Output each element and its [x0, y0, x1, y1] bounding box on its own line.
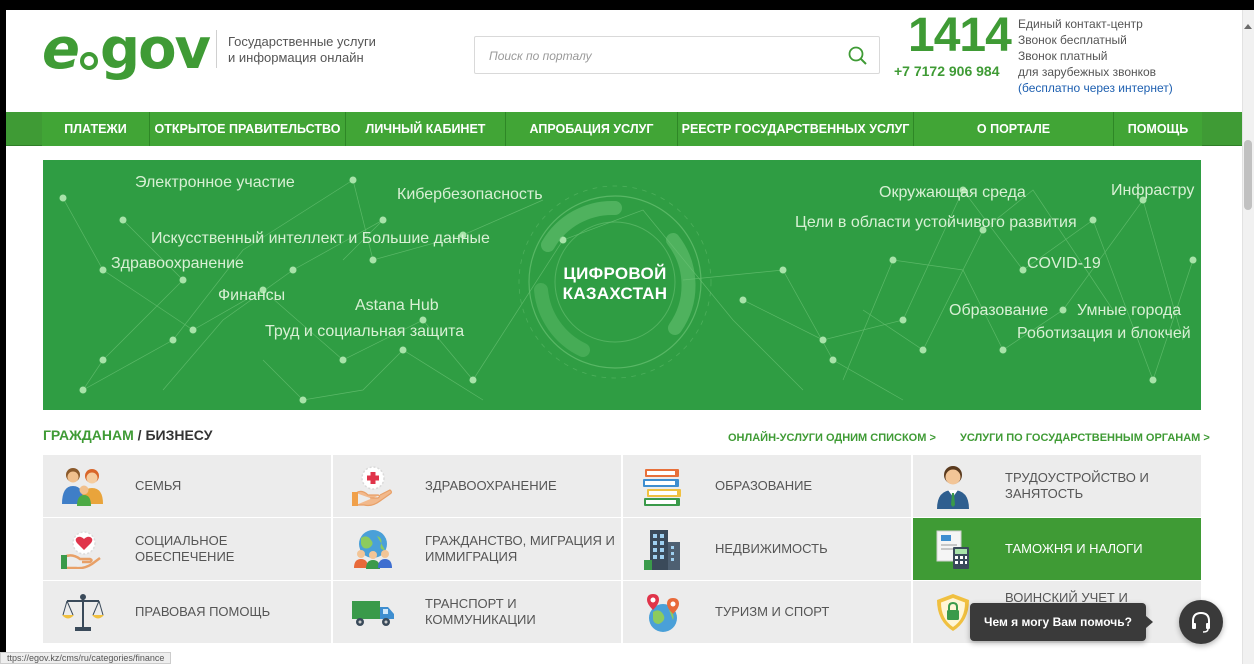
free-internet-call-link[interactable]: (бесплатно через интернет) [1018, 80, 1173, 96]
nav-item-payments[interactable]: Платежи [42, 112, 150, 146]
contact-center-short-number[interactable]: 1414 [908, 12, 1012, 60]
nav-item-help[interactable]: Помощь [1114, 112, 1202, 146]
category-tourism-sport[interactable]: Туризм и спорт [623, 581, 911, 643]
services-by-agency-link[interactable]: УСЛУГИ ПО ГОСУДАРСТВЕННЫМ ОРГАНАМ > [960, 432, 1210, 444]
tab-business[interactable]: БИЗНЕСУ [145, 427, 212, 443]
page-scrollbar[interactable] [1242, 10, 1254, 664]
scroll-up-arrow-icon[interactable] [1244, 24, 1252, 29]
section-title: ГРАЖДАНАМ / БИЗНЕСУ [43, 427, 213, 443]
banner-title: ЦИФРОВОЙ КАЗАХСТАН [562, 264, 668, 303]
digital-kazakhstan-banner[interactable]: Электронное участие Кибербезопасность Ис… [43, 160, 1201, 410]
site-header: e gov Государственные услуги и информация… [6, 10, 1242, 112]
search-input[interactable] [489, 46, 829, 66]
shield-lock-icon [937, 594, 969, 631]
nav-item-personal-cabinet[interactable]: Личный кабинет [346, 112, 506, 146]
category-social-security[interactable]: Социальное обеспечение [43, 518, 331, 580]
category-legal-aid[interactable]: Правовая помощь [43, 581, 331, 643]
scrollbar-thumb[interactable] [1244, 140, 1252, 210]
category-label: Транспорт и коммуникации [425, 596, 536, 627]
globe-pin-icon [647, 594, 679, 632]
nav-item-about[interactable]: О портале [914, 112, 1114, 146]
heart-hand-icon [61, 531, 101, 569]
healthcare-icon [352, 466, 393, 507]
chat-support-button[interactable] [1179, 600, 1223, 644]
logo-plus-icon [79, 52, 98, 70]
online-services-list-link[interactable]: ОНЛАЙН-УСЛУГИ ОДНИМ СПИСКОМ > [728, 432, 936, 444]
headset-icon [1192, 611, 1210, 633]
calculator-icon [936, 530, 969, 569]
nav-item-service-testing[interactable]: Апробация услуг [506, 112, 678, 146]
chat-prompt-bubble[interactable]: Чем я могу Вам помочь? [970, 603, 1153, 641]
search-box [474, 36, 880, 74]
category-label: Недвижимость [715, 541, 828, 556]
category-real-estate[interactable]: Недвижимость [623, 518, 911, 580]
truck-icon [352, 601, 394, 626]
site-tagline: Государственные услуги и информация онла… [228, 34, 376, 65]
contact-center-full-number[interactable]: +7 7172 906 984 [894, 63, 1000, 79]
browser-status-url: ttps://egov.kz/cms/ru/categories/finance [0, 652, 172, 664]
scales-icon [62, 594, 104, 631]
books-icon [643, 469, 681, 506]
category-label: Здравоохранение [425, 478, 557, 493]
tab-citizens[interactable]: ГРАЖДАНАМ [43, 427, 134, 443]
family-icon [62, 468, 103, 506]
category-label: Семья [135, 478, 182, 493]
logo-divider [216, 30, 217, 68]
nav-item-service-registry[interactable]: Реестр государственных услуг [678, 112, 914, 146]
category-transport[interactable]: Транспорт и коммуникации [333, 581, 621, 643]
window-top-border [0, 0, 1254, 10]
main-nav: Платежи Открытое правительство Личный ка… [6, 112, 1242, 146]
category-label: Трудоустройство и занятость [1005, 470, 1149, 501]
worker-icon [937, 466, 969, 509]
building-icon [644, 530, 680, 570]
category-label: Социальное обеспечение [135, 533, 235, 564]
category-employment[interactable]: Трудоустройство и занятость [913, 455, 1201, 517]
globe-people-icon [354, 530, 392, 569]
category-label: Гражданство, миграция и иммиграция [425, 533, 615, 564]
category-label: Правовая помощь [135, 604, 271, 619]
category-label: Туризм и спорт [715, 604, 830, 619]
category-label: Образование [715, 478, 813, 493]
nav-item-open-government[interactable]: Открытое правительство [150, 112, 346, 146]
category-family[interactable]: Семья [43, 455, 331, 517]
search-icon[interactable] [847, 45, 869, 67]
category-citizenship[interactable]: Гражданство, миграция и иммиграция [333, 518, 621, 580]
category-education[interactable]: Образование [623, 455, 911, 517]
contact-info: Единый контакт-центр Звонок бесплатный З… [1018, 17, 1173, 96]
egov-logo[interactable]: e gov [42, 18, 211, 82]
category-healthcare[interactable]: Здравоохранение [333, 455, 621, 517]
